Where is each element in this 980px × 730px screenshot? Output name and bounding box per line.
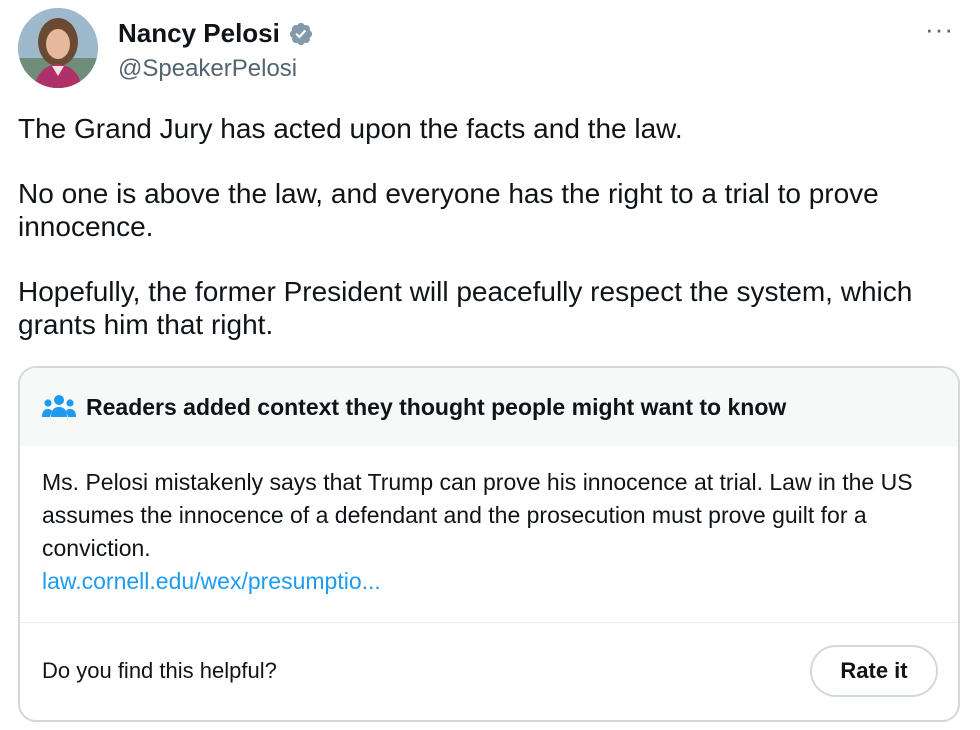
community-note-title: Readers added context they thought peopl… <box>86 393 787 420</box>
community-note-text: Ms. Pelosi mistakenly says that Trump ca… <box>42 469 913 561</box>
community-note: Readers added context they thought peopl… <box>18 366 960 722</box>
rate-it-button[interactable]: Rate it <box>810 645 938 697</box>
tweet-text: The Grand Jury has acted upon the facts … <box>18 112 968 373</box>
people-icon <box>42 395 76 417</box>
display-name[interactable]: Nancy Pelosi <box>118 18 280 49</box>
community-note-header: Readers added context they thought peopl… <box>20 368 958 446</box>
tweet-paragraph: No one is above the law, and everyone ha… <box>18 178 879 242</box>
source-link[interactable]: law.cornell.edu/wex/presumptio... <box>42 565 936 598</box>
avatar[interactable] <box>18 8 98 88</box>
tweet-header: Nancy Pelosi @SpeakerPelosi ··· <box>18 8 962 92</box>
tweet-paragraph: The Grand Jury has acted upon the facts … <box>18 113 683 144</box>
verified-badge-icon[interactable] <box>288 21 314 47</box>
author-names: Nancy Pelosi @SpeakerPelosi <box>118 18 314 83</box>
divider <box>20 622 958 623</box>
handle[interactable]: @SpeakerPelosi <box>118 55 314 83</box>
tweet-paragraph: Hopefully, the former President will pea… <box>18 276 913 340</box>
avatar-image <box>18 8 98 88</box>
helpful-question: Do you find this helpful? <box>42 658 277 683</box>
more-options-icon[interactable]: ··· <box>925 14 954 45</box>
community-note-body: Ms. Pelosi mistakenly says that Trump ca… <box>20 446 958 598</box>
community-note-footer: Do you find this helpful? Rate it <box>42 624 938 718</box>
